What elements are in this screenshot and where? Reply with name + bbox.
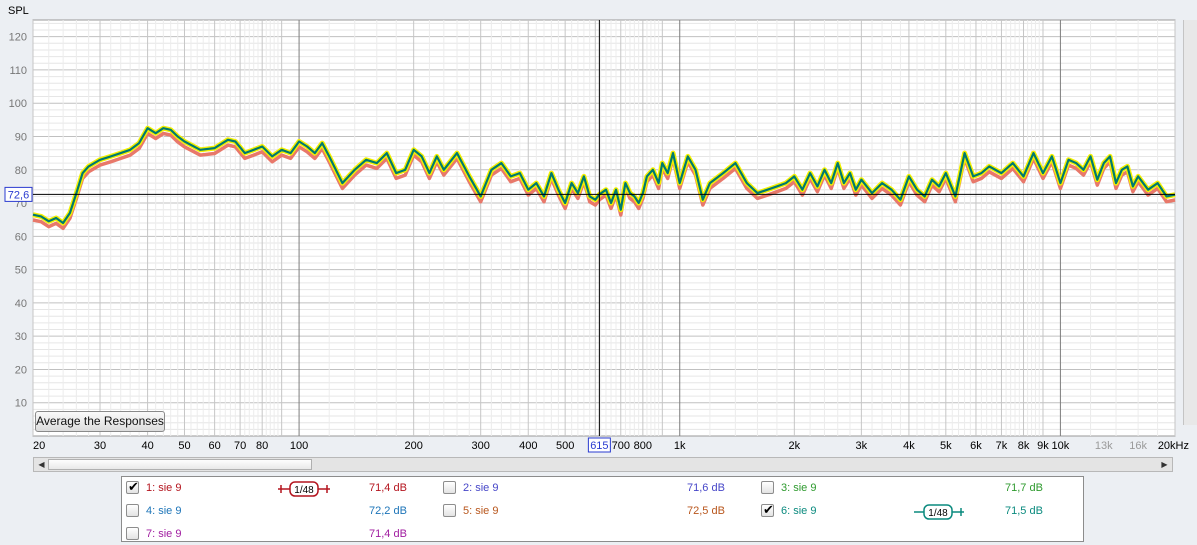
x-tick-label: 50 xyxy=(178,440,190,452)
scroll-thumb[interactable] xyxy=(48,459,312,470)
legend-name: 4: sie 9 xyxy=(146,505,182,517)
checkmark-icon: ✔ xyxy=(128,479,139,494)
legend-name: 2: sie 9 xyxy=(463,482,499,494)
y-axis-label: SPL xyxy=(8,5,29,17)
x-tick-label: 16k xyxy=(1129,440,1147,452)
legend-name: 6: sie 9 xyxy=(781,505,817,517)
x-tick-label: 700 xyxy=(612,440,630,452)
spl-graph[interactable]: SPL 10 20 30 40 50 60 70 80 90 100 110 120 20 30 40 50 60… xyxy=(0,0,1197,456)
legend-item-5[interactable]: 5: sie 9 xyxy=(443,502,643,520)
x-tick-label: 9k xyxy=(1037,440,1049,452)
y-tick-label: 50 xyxy=(15,265,27,277)
rew-spl-window: SPL 10 20 30 40 50 60 70 80 90 100 110 120 20 30 40 50 60… xyxy=(0,0,1197,545)
y-tick-label: 90 xyxy=(15,131,27,143)
x-tick-label: 400 xyxy=(519,440,537,452)
y-tick-label: 30 xyxy=(15,331,27,343)
x-tick-label: 10k xyxy=(1052,440,1070,452)
x-tick-label: 4k xyxy=(903,440,915,452)
legend-item-7[interactable]: 7: sie 9 xyxy=(126,525,326,543)
x-tick-label: 5k xyxy=(940,440,952,452)
smoothing-badge: 1/48 xyxy=(914,504,964,520)
y-tick-label: 40 xyxy=(15,298,27,310)
checkmark-icon: ✔ xyxy=(763,502,774,517)
y-tick-label: 110 xyxy=(9,65,27,77)
legend-item-6[interactable]: ✔ 6: sie 9 1/48 xyxy=(761,502,1011,520)
legend-value: 71,5 dB xyxy=(1005,505,1043,517)
x-tick-label: 60 xyxy=(208,440,220,452)
x-tick-label: 2k xyxy=(789,440,801,452)
scroll-left-icon[interactable]: ◀ xyxy=(35,458,48,471)
measurement-checkbox[interactable] xyxy=(443,481,456,494)
measurement-checkbox[interactable] xyxy=(443,504,456,517)
measurement-checkbox[interactable] xyxy=(126,527,139,540)
measurement-checkbox[interactable] xyxy=(126,504,139,517)
y-tick-label: 10 xyxy=(15,398,27,410)
x-tick-label: 7k xyxy=(996,440,1008,452)
legend-value: 71,4 dB xyxy=(369,528,407,540)
x-tick-label: 800 xyxy=(634,440,652,452)
x-tick-label: 13k xyxy=(1095,440,1113,452)
vertical-scrollbar[interactable] xyxy=(1183,20,1197,425)
cursor-freq-readout: 615 xyxy=(590,440,608,452)
measurement-checkbox[interactable]: ✔ xyxy=(126,479,139,494)
x-tick-label: 100 xyxy=(290,440,308,452)
x-tick-label: 80 xyxy=(256,440,268,452)
legend-name: 7: sie 9 xyxy=(146,528,182,540)
legend-name: 1: sie 9 xyxy=(146,482,182,494)
x-tick-label: 20 xyxy=(33,440,45,452)
legend-value: 72,2 dB xyxy=(369,505,407,517)
legend-value: 71,4 dB xyxy=(369,482,407,494)
x-tick-label: 20kHz xyxy=(1158,440,1189,452)
y-tick-label: 120 xyxy=(9,32,27,44)
legend-value: 71,7 dB xyxy=(1005,482,1043,494)
legend-name: 5: sie 9 xyxy=(463,505,499,517)
y-tick-label: 100 xyxy=(9,98,27,110)
y-tick-label: 80 xyxy=(15,165,27,177)
scroll-right-icon[interactable]: ▶ xyxy=(1158,458,1171,471)
plot-area xyxy=(32,19,1176,437)
legend-item-4[interactable]: 4: sie 9 xyxy=(126,502,326,520)
x-tick-label: 30 xyxy=(94,440,106,452)
x-tick-label: 1k xyxy=(674,440,686,452)
legend-value: 71,6 dB xyxy=(687,482,725,494)
x-tick-label: 8k xyxy=(1018,440,1030,452)
x-tick-label: 3k xyxy=(856,440,868,452)
legend-value: 72,5 dB xyxy=(687,505,725,517)
x-tick-label: 200 xyxy=(404,440,422,452)
x-tick-label: 40 xyxy=(141,440,153,452)
x-tick-label: 500 xyxy=(556,440,574,452)
legend-item-3[interactable]: 3: sie 9 xyxy=(761,479,961,497)
y-tick-label: 20 xyxy=(15,364,27,376)
y-tick-label: 60 xyxy=(15,231,27,243)
smoothing-badge: 1/48 xyxy=(278,481,330,497)
horizontal-scrollbar[interactable]: ◀ ▶ xyxy=(33,457,1173,472)
cursor-spl-readout: 72,6 xyxy=(8,189,29,201)
measurement-checkbox[interactable] xyxy=(761,481,774,494)
smoothing-label: 1/48 xyxy=(928,508,948,519)
legend-name: 3: sie 9 xyxy=(781,482,817,494)
smoothing-label: 1/48 xyxy=(294,485,314,496)
measurement-checkbox[interactable]: ✔ xyxy=(761,502,774,517)
legend-item-2[interactable]: 2: sie 9 xyxy=(443,479,643,497)
x-tick-label: 6k xyxy=(970,440,982,452)
measurement-legend: ✔ 1: sie 9 1/48 71,4 dB 2: sie 9 71,6 dB… xyxy=(121,476,1084,542)
x-tick-label: 300 xyxy=(472,440,490,452)
x-tick-label: 70 xyxy=(234,440,246,452)
average-responses-button[interactable]: Average the Responses xyxy=(35,411,165,432)
